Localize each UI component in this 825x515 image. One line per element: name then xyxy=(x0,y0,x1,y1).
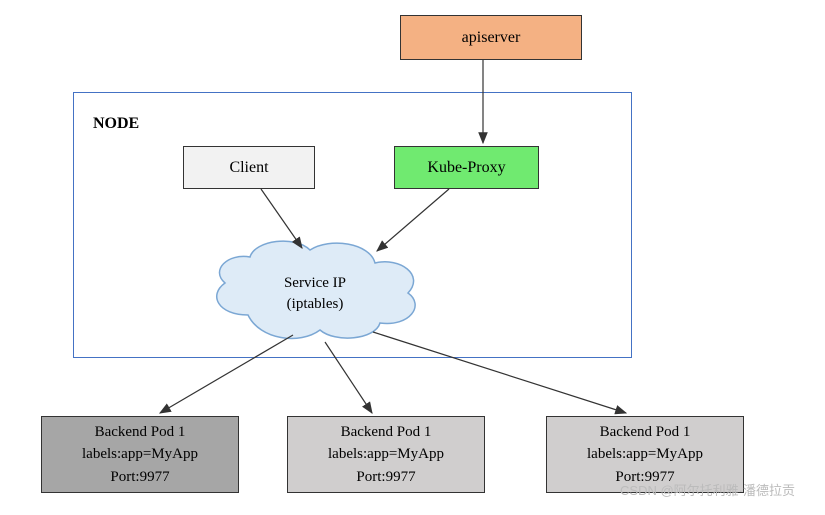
backend-pod-3: Backend Pod 1 labels:app=MyApp Port:9977 xyxy=(546,416,744,493)
pod-port: Port:9977 xyxy=(110,466,169,489)
apiserver-label: apiserver xyxy=(462,29,521,47)
serviceip-text: Service IP (iptables) xyxy=(200,273,430,315)
pod-title: Backend Pod 1 xyxy=(600,421,691,444)
backend-pod-2: Backend Pod 1 labels:app=MyApp Port:9977 xyxy=(287,416,485,493)
node-label: NODE xyxy=(93,115,139,133)
client-box: Client xyxy=(183,146,315,189)
pod-labels: labels:app=MyApp xyxy=(328,443,444,466)
pod-port: Port:9977 xyxy=(356,466,415,489)
apiserver-box: apiserver xyxy=(400,15,582,60)
pod-labels: labels:app=MyApp xyxy=(587,443,703,466)
kubeproxy-box: Kube-Proxy xyxy=(394,146,539,189)
backend-pod-1: Backend Pod 1 labels:app=MyApp Port:9977 xyxy=(41,416,239,493)
pod-title: Backend Pod 1 xyxy=(341,421,432,444)
client-label: Client xyxy=(229,159,268,177)
pod-title: Backend Pod 1 xyxy=(95,421,186,444)
pod-labels: labels:app=MyApp xyxy=(82,443,198,466)
pod-port: Port:9977 xyxy=(615,466,674,489)
kubeproxy-label: Kube-Proxy xyxy=(427,159,505,177)
serviceip-cloud: Service IP (iptables) xyxy=(200,235,430,350)
